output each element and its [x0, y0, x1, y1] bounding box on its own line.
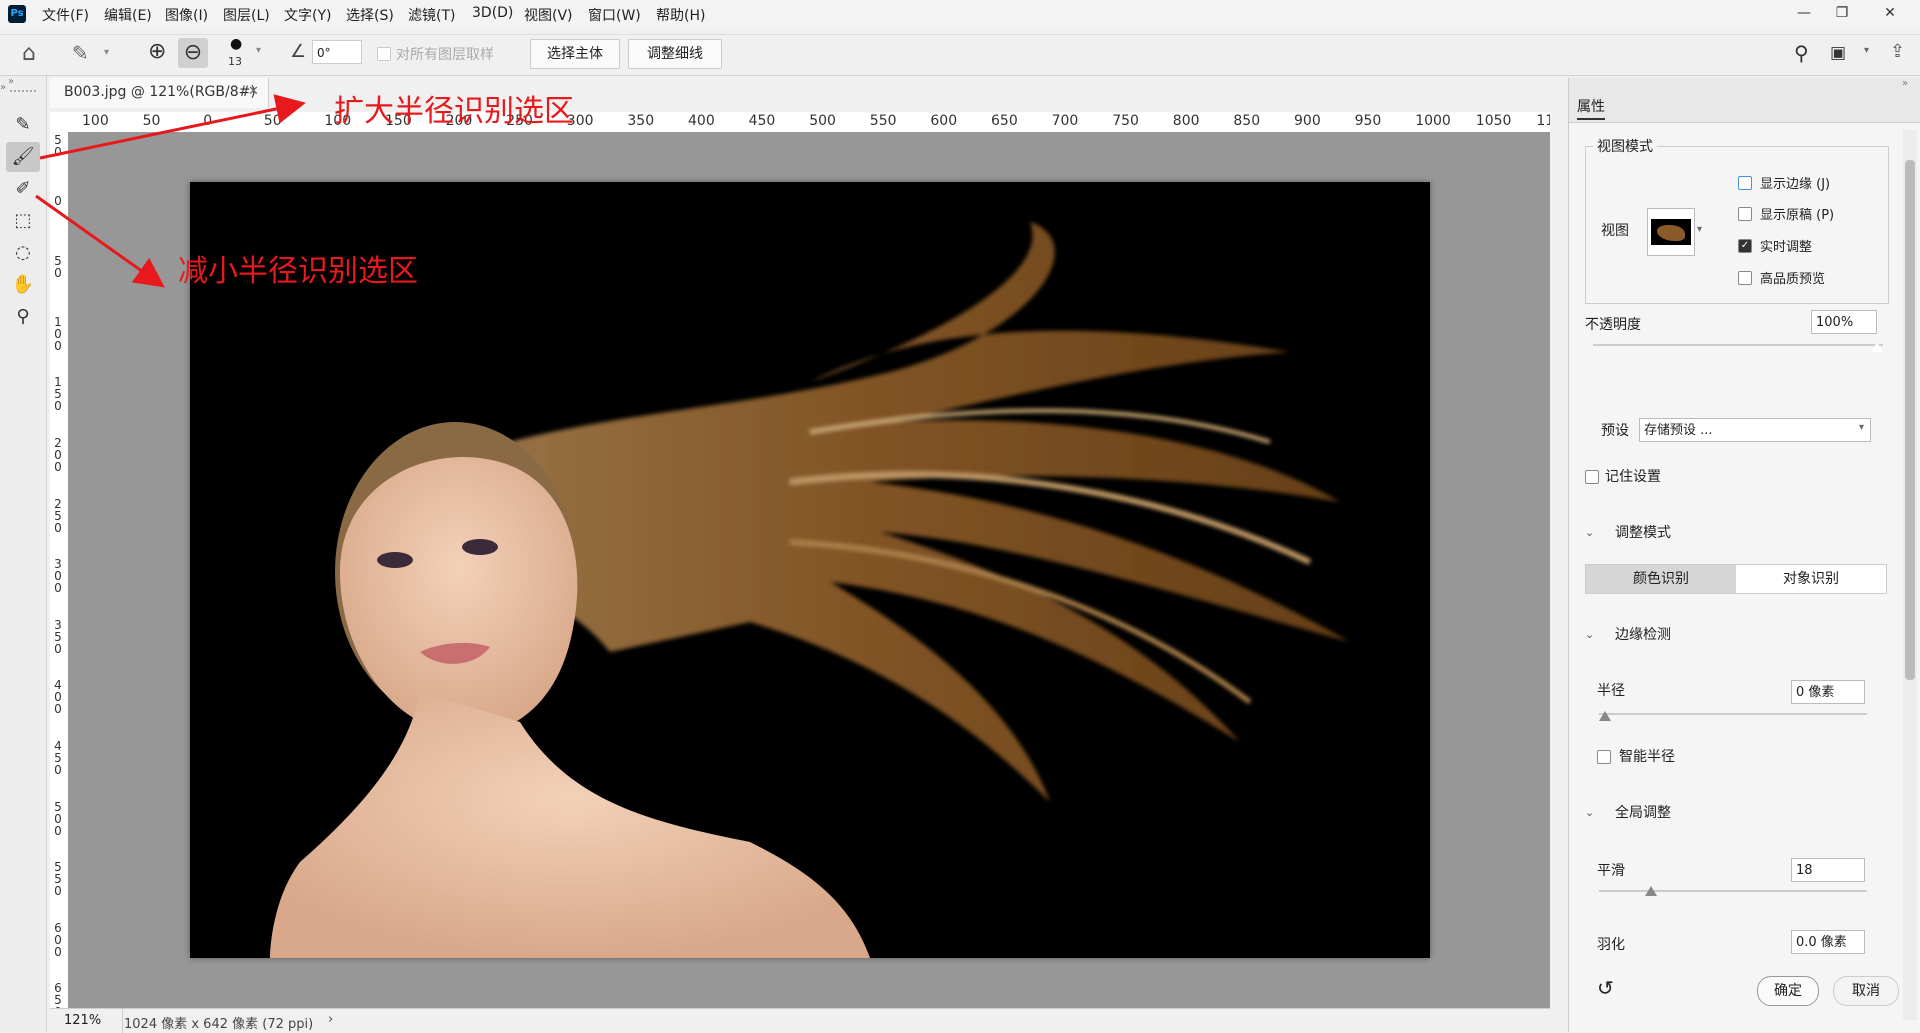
adjust-mode-title: 调整模式 — [1615, 525, 1671, 541]
chevron-right-icon[interactable]: › — [328, 1012, 333, 1027]
hq-preview-label: 高品质预览 — [1760, 272, 1826, 287]
edge-detection-title: 边缘检测 — [1615, 627, 1671, 643]
radius-slider[interactable] — [1599, 713, 1867, 715]
annotation-expand-radius: 扩大半径识别选区 — [334, 94, 574, 129]
view-mode-group — [1585, 146, 1889, 304]
realtime-checkbox[interactable]: ✓ — [1738, 239, 1752, 253]
panel-header — [1569, 78, 1920, 123]
show-edge-checkbox[interactable] — [1738, 176, 1752, 190]
preset-select[interactable]: 存储预设 ... — [1639, 418, 1871, 442]
mode-toggle: 颜色识别 对象识别 — [1585, 564, 1887, 594]
preset-label: 预设 — [1601, 423, 1629, 439]
reset-icon[interactable]: ↺ — [1597, 976, 1614, 1000]
panel-scrollbar[interactable] — [1903, 130, 1917, 1020]
document-info: 1024 像素 x 642 像素 (72 ppi) — [124, 1017, 314, 1032]
realtime-label: 实时调整 — [1760, 240, 1813, 255]
status-bar: 121% 1024 像素 x 642 像素 (72 ppi) › — [50, 1008, 1550, 1033]
collapse-icon[interactable]: » — [1902, 78, 1908, 89]
opacity-label: 不透明度 — [1585, 317, 1641, 333]
radius-label: 半径 — [1597, 683, 1625, 699]
chevron-down-icon[interactable]: ⌄ — [1585, 628, 1594, 641]
annotation-shrink-radius: 减小半径识别选区 — [178, 254, 418, 289]
opacity-slider[interactable] — [1593, 344, 1883, 346]
show-original-label: 显示原稿 (P) — [1760, 208, 1835, 223]
cancel-button[interactable]: 取消 — [1833, 976, 1899, 1006]
opacity-input[interactable]: 100% — [1811, 310, 1877, 334]
feather-input[interactable]: 0.0 像素 — [1791, 930, 1865, 954]
color-aware-button[interactable]: 颜色识别 — [1586, 565, 1736, 593]
global-refine-title: 全局调整 — [1615, 805, 1671, 821]
smooth-input[interactable]: 18 — [1791, 858, 1865, 882]
divider — [122, 1009, 123, 1033]
opacity-slider-thumb[interactable] — [1871, 342, 1883, 352]
show-original-checkbox[interactable] — [1738, 207, 1752, 221]
smooth-slider[interactable] — [1599, 890, 1867, 892]
view-thumbnail[interactable] — [1647, 208, 1695, 256]
feather-label: 羽化 — [1597, 937, 1625, 953]
radius-slider-thumb[interactable] — [1599, 711, 1611, 721]
arrow-shrink — [35, 194, 165, 288]
chevron-down-icon[interactable]: ▾ — [1859, 422, 1864, 433]
object-aware-button[interactable]: 对象识别 — [1736, 565, 1886, 593]
chevron-down-icon[interactable]: ⌄ — [1585, 806, 1594, 819]
zoom-level[interactable]: 121% — [64, 1013, 101, 1028]
smart-radius-checkbox[interactable] — [1597, 750, 1611, 764]
thumbnail-image — [1651, 219, 1691, 245]
radius-input[interactable]: 0 像素 — [1791, 680, 1865, 704]
hq-preview-checkbox[interactable] — [1738, 271, 1752, 285]
smart-radius-label: 智能半径 — [1619, 749, 1675, 765]
view-label: 视图 — [1601, 223, 1629, 239]
view-mode-title: 视图模式 — [1593, 136, 1657, 156]
scrollbar-thumb[interactable] — [1905, 160, 1915, 680]
arrow-expand — [39, 94, 306, 160]
ok-button[interactable]: 确定 — [1757, 976, 1819, 1006]
remember-settings-checkbox[interactable] — [1585, 470, 1599, 484]
chevron-down-icon[interactable]: ⌄ — [1585, 526, 1594, 539]
show-edge-label: 显示边缘 (J) — [1760, 177, 1831, 192]
tab-properties[interactable]: 属性 — [1577, 96, 1605, 120]
smooth-slider-thumb[interactable] — [1645, 886, 1657, 896]
smooth-label: 平滑 — [1597, 863, 1625, 879]
thumbnail-hair — [1657, 225, 1685, 241]
properties-panel: 属性 » 视图模式 视图 ▾ 显示边缘 (J) 显示原稿 (P) ✓ 实时调整 … — [1568, 78, 1920, 1032]
remember-settings-label: 记住设置 — [1605, 469, 1661, 485]
chevron-down-icon[interactable]: ▾ — [1697, 224, 1702, 235]
